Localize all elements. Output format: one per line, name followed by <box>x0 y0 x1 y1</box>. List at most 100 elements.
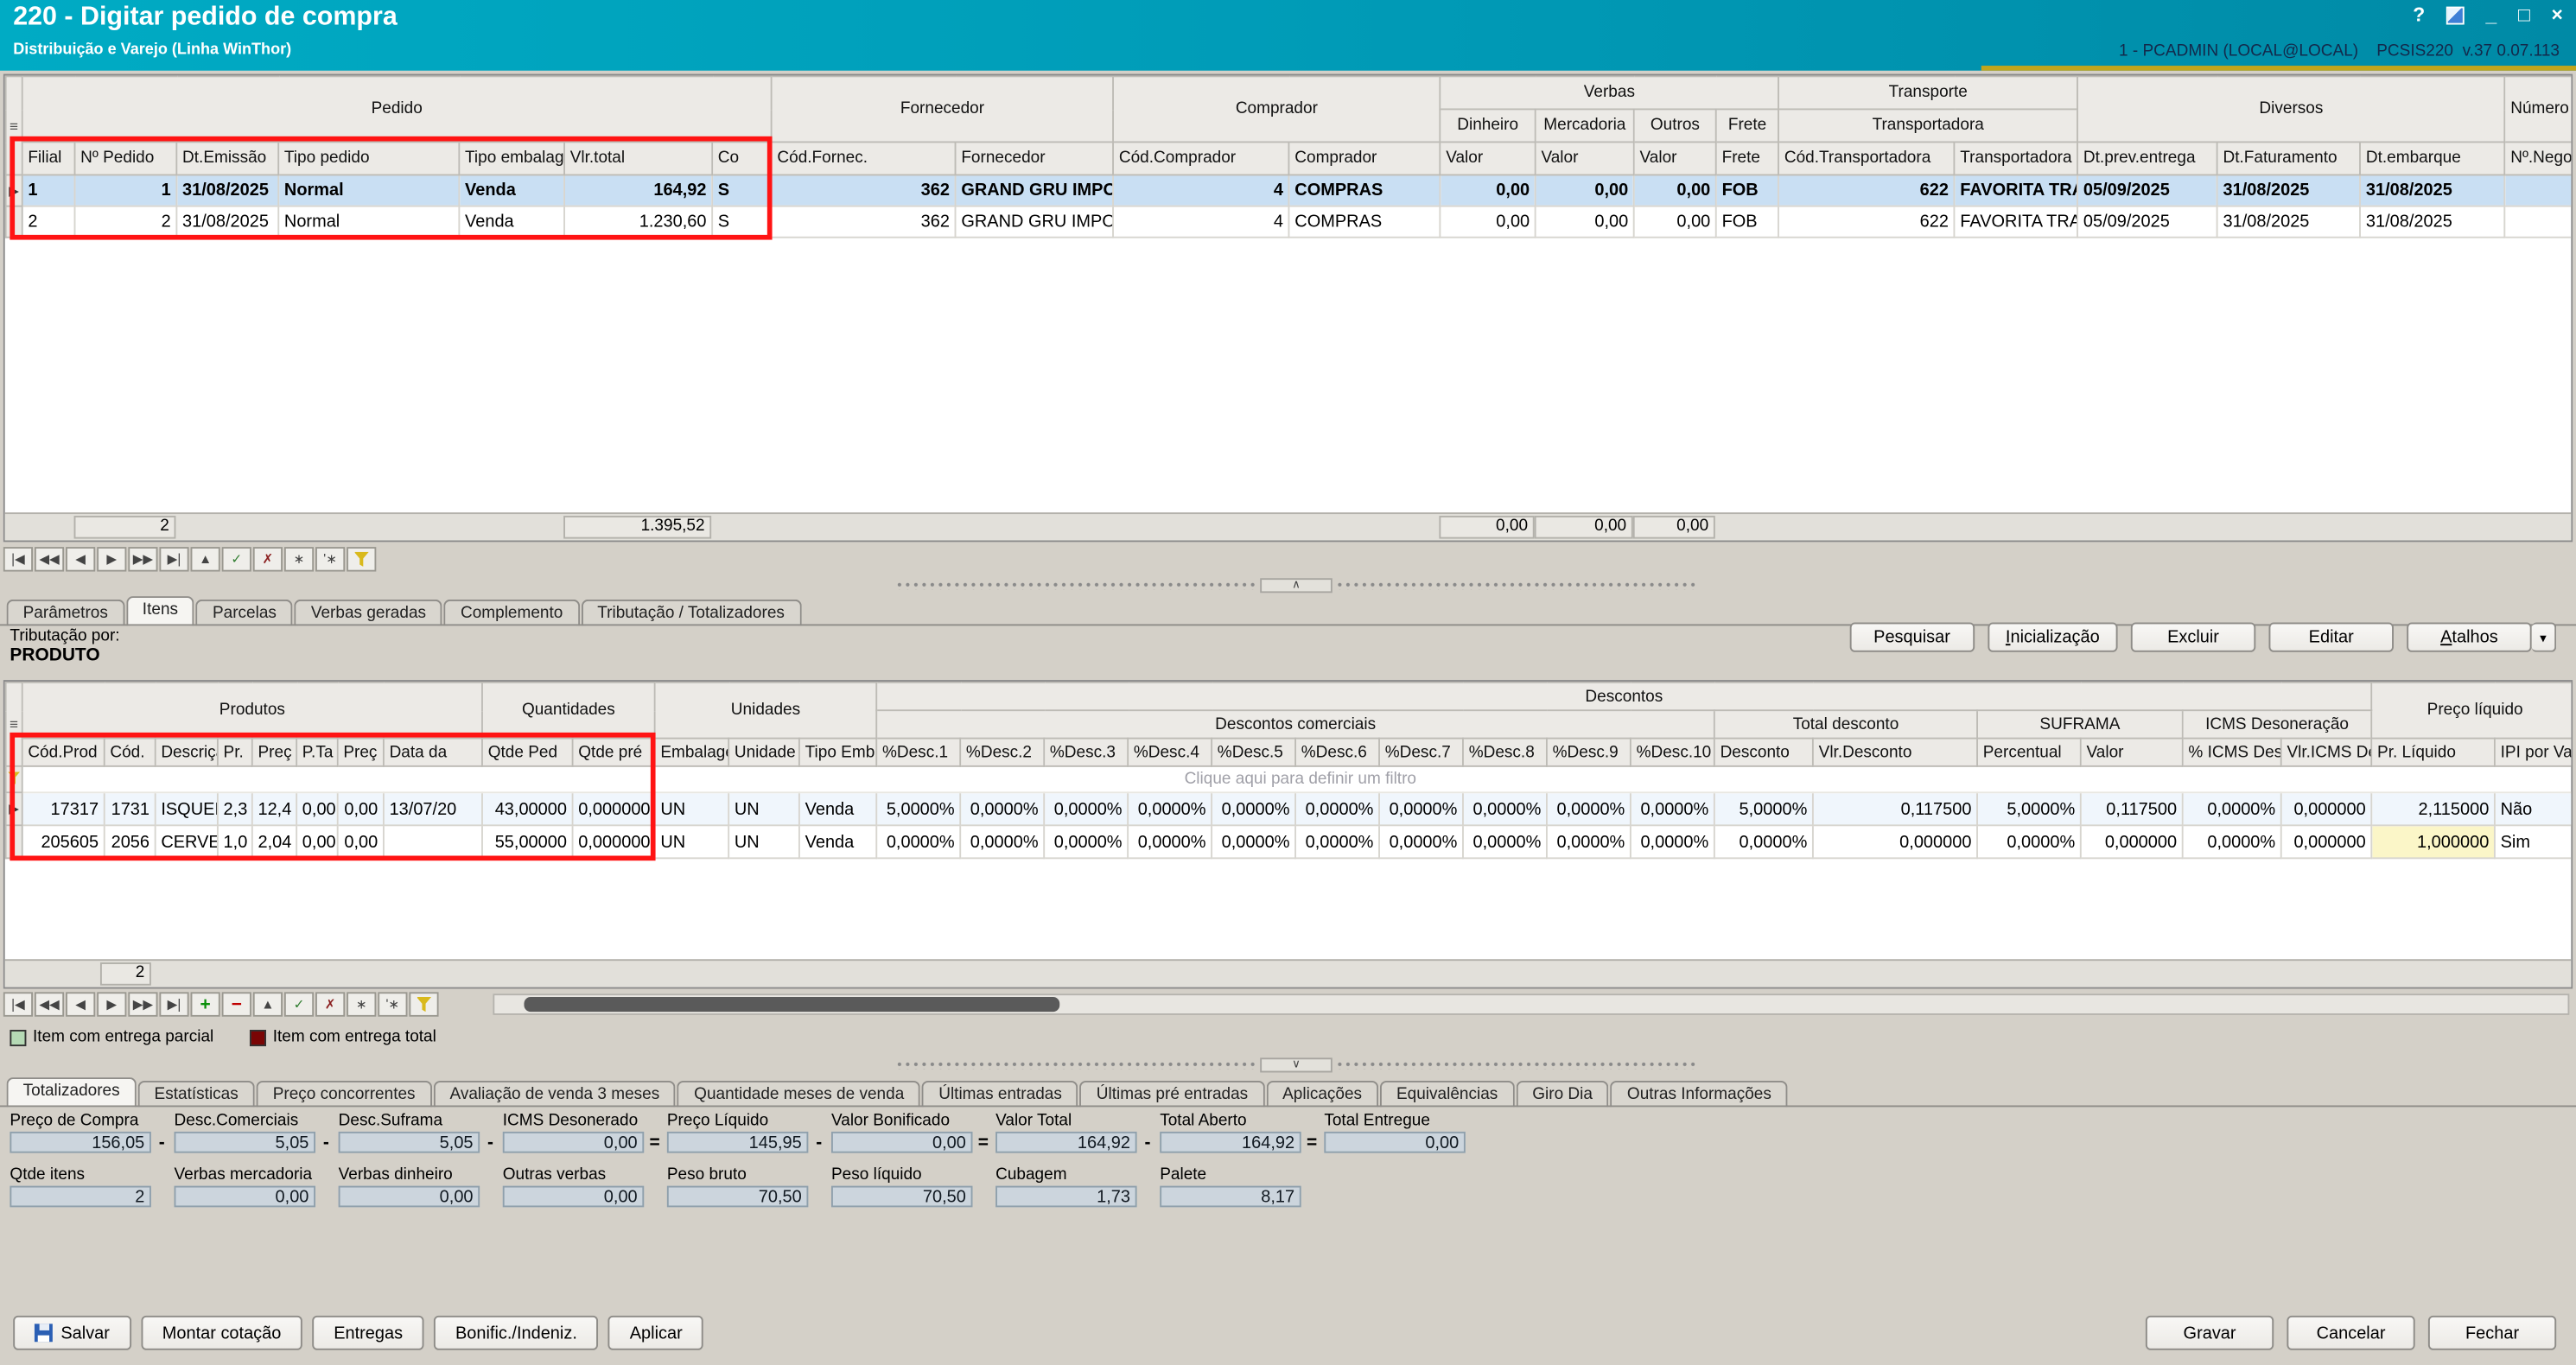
tab[interactable]: Últimas entradas <box>922 1081 1078 1107</box>
nav-next-button[interactable]: ▶ <box>97 992 126 1017</box>
grid-corner[interactable]: ≡ <box>6 682 22 766</box>
cell[interactable]: ISQUEIRO <box>156 792 218 825</box>
cell[interactable]: 2,115000 <box>2371 792 2495 825</box>
cell[interactable]: 0,117500 <box>1813 792 1977 825</box>
column-header[interactable]: Tipo pedido <box>278 142 459 175</box>
nav-next-button[interactable]: ▶ <box>97 547 126 572</box>
cell[interactable]: 31/08/2025 <box>2360 175 2504 206</box>
column-header[interactable]: Valor <box>1441 142 1536 175</box>
grid-corner[interactable]: ≡ <box>6 76 22 175</box>
cell[interactable]: 43,00000 <box>482 792 573 825</box>
cell[interactable]: 31/08/2025 <box>2217 175 2360 206</box>
cell[interactable]: 0,000000 <box>573 792 655 825</box>
salvar-button[interactable]: Salvar <box>13 1316 130 1350</box>
nav-prior-button[interactable]: ◀ <box>66 992 95 1017</box>
column-header[interactable]: %Desc.9 <box>1547 739 1631 766</box>
column-header[interactable]: Descrição <box>156 739 218 766</box>
cell[interactable]: 622 <box>1778 175 1954 206</box>
column-header[interactable]: Filial <box>22 142 75 175</box>
column-header[interactable]: Fornecedor <box>956 142 1114 175</box>
cell[interactable]: 0,0000% <box>876 825 960 858</box>
cell[interactable]: 31/08/2025 <box>176 175 278 206</box>
column-header[interactable]: %Desc.7 <box>1379 739 1463 766</box>
nav-prior-page-button[interactable]: ◀◀ <box>35 992 64 1017</box>
cell[interactable]: 0,00 <box>1634 206 1716 238</box>
column-group-pedido[interactable]: Pedido <box>22 76 772 142</box>
cell[interactable]: 0,0000% <box>1463 792 1547 825</box>
horizontal-scrollbar[interactable] <box>493 994 2569 1015</box>
cell[interactable]: 0,00 <box>1536 175 1634 206</box>
nav-prior-page-button[interactable]: ◀◀ <box>35 547 64 572</box>
tab[interactable]: Avaliação de venda 3 meses <box>433 1081 676 1107</box>
column-header[interactable]: Cód.Prod <box>22 739 105 766</box>
cell[interactable]: 0,0000% <box>1295 825 1379 858</box>
column-header[interactable]: Qtde Ped <box>482 739 573 766</box>
cell[interactable]: 0,0000% <box>960 792 1044 825</box>
cell[interactable]: 0,0000% <box>1295 792 1379 825</box>
column-header[interactable]: Valor <box>1536 142 1634 175</box>
cell[interactable]: 164,92 <box>564 175 712 206</box>
bonific-indeniz-button[interactable]: Bonific./Indeniz. <box>434 1316 598 1350</box>
column-header[interactable]: Data da <box>384 739 482 766</box>
editar-button[interactable]: Editar <box>2268 623 2393 652</box>
cell[interactable]: Normal <box>278 175 459 206</box>
cell[interactable]: FOB <box>1716 206 1778 238</box>
tab[interactable]: Giro Dia <box>1516 1081 1609 1107</box>
subgroup-icms-desoneracao[interactable]: ICMS Desoneração <box>2183 710 2372 738</box>
nav-next-page-button[interactable]: ▶▶ <box>128 992 157 1017</box>
cell[interactable]: GRAND GRU IMPOR <box>956 206 1114 238</box>
cell[interactable]: 0,0000% <box>960 825 1044 858</box>
cell[interactable]: 17317 <box>22 792 105 825</box>
nav-refresh-button[interactable]: ∗ <box>284 547 314 572</box>
cell[interactable]: 0,0000% <box>1044 825 1128 858</box>
tab[interactable]: Verbas geradas <box>295 600 442 625</box>
column-header[interactable]: Vlr.Desconto <box>1813 739 1977 766</box>
column-header[interactable]: Cód.Comprador <box>1113 142 1288 175</box>
cell[interactable]: 0,0000% <box>1044 792 1128 825</box>
tab[interactable]: Equivalências <box>1380 1081 1514 1107</box>
cell[interactable]: COMPRAS <box>1289 206 1441 238</box>
cell[interactable]: 0,0000% <box>1547 792 1631 825</box>
nav-edit-button[interactable]: ▲ <box>191 547 220 572</box>
column-header[interactable]: % ICMS Des <box>2183 739 2281 766</box>
column-header[interactable]: Cód.Transportadora <box>1778 142 1954 175</box>
column-header[interactable]: %Desc.10 <box>1631 739 1714 766</box>
cell[interactable]: 0,0000% <box>1977 825 2081 858</box>
tab[interactable]: Itens <box>126 596 194 625</box>
nav-last-button[interactable]: ▶| <box>159 992 188 1017</box>
cell[interactable]: 55,00000 <box>482 825 573 858</box>
tab[interactable]: Parâmetros <box>7 600 124 625</box>
nav-cancel-button[interactable]: ✗ <box>253 547 283 572</box>
cell[interactable]: 0,0000% <box>1128 792 1212 825</box>
column-header[interactable]: %Desc.4 <box>1128 739 1212 766</box>
cell[interactable]: 0,0000% <box>2183 825 2281 858</box>
cell[interactable]: 0,0000% <box>1714 825 1813 858</box>
column-header[interactable]: Preç <box>252 739 296 766</box>
cell[interactable]: 31/08/2025 <box>2217 206 2360 238</box>
column-header[interactable]: Frete <box>1716 142 1778 175</box>
column-header[interactable]: Nº.Negociação <box>2505 142 2573 175</box>
scrollbar-thumb[interactable] <box>524 997 1059 1012</box>
cell[interactable]: 2 <box>75 206 177 238</box>
cell[interactable]: 12,4 <box>252 792 296 825</box>
column-header[interactable]: %Desc.2 <box>960 739 1044 766</box>
gravar-button[interactable]: Gravar <box>2146 1316 2274 1350</box>
cell[interactable]: Venda <box>459 175 564 206</box>
cell[interactable]: Venda <box>459 206 564 238</box>
cell[interactable]: 1 <box>75 175 177 206</box>
cell[interactable]: 0,00 <box>1634 175 1716 206</box>
cell[interactable]: 0,117500 <box>2081 792 2183 825</box>
subgroup-transportadora[interactable]: Transportadora <box>1778 109 2077 142</box>
cell[interactable]: 0,00 <box>338 792 384 825</box>
filter-prompt[interactable]: Clique aqui para definir um filtro <box>22 766 2573 792</box>
row-selector[interactable] <box>6 206 22 238</box>
cell[interactable]: Não <box>2495 792 2573 825</box>
column-header[interactable]: Unidade <box>728 739 799 766</box>
cell[interactable]: 0,00 <box>296 825 338 858</box>
column-header[interactable]: Desconto <box>1714 739 1813 766</box>
subgroup-frete[interactable]: Frete <box>1716 109 1778 142</box>
close-button[interactable]: × <box>2551 3 2562 27</box>
column-header[interactable]: Percentual <box>1977 739 2081 766</box>
cell[interactable]: 4 <box>1113 206 1288 238</box>
cell[interactable]: 0,00 <box>1536 206 1634 238</box>
